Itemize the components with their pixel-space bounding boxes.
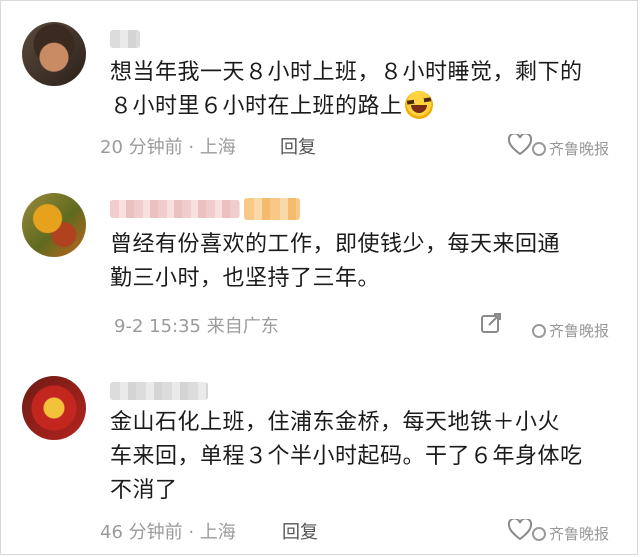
comment-text-line: 不消了 (110, 478, 178, 503)
comment-time-location: 20 分钟前 · 上海 (100, 137, 236, 158)
wechat-logo-icon (532, 142, 546, 156)
watermark: 齐鲁晚报 (532, 523, 609, 544)
comment-time-location: 9-2 15:35 来自广东 (114, 316, 279, 337)
avatar[interactable] (22, 22, 86, 86)
wechat-logo-icon (532, 527, 546, 541)
comment-text-line: 想当年我一天８小时上班，８小时睡觉，剩下的 (110, 60, 583, 85)
avatar[interactable] (22, 376, 86, 440)
comment-text-line: 金山石化上班，住浦东金桥，每天地铁＋小火 (110, 410, 561, 435)
user-badge-blurred (244, 198, 300, 220)
username-blurred[interactable] (110, 30, 140, 48)
username-blurred[interactable] (110, 382, 208, 400)
wechat-logo-icon (532, 324, 546, 338)
username-blurred[interactable] (110, 200, 240, 218)
share-icon[interactable] (480, 312, 502, 334)
comment-text: 想当年我一天８小时上班，８小时睡觉，剩下的 ８小时里６小时在上班的路上 (110, 56, 630, 124)
watermark-text: 齐鲁晚报 (549, 140, 610, 158)
watermark: 齐鲁晚报 (532, 320, 609, 341)
heart-icon[interactable] (508, 519, 532, 541)
reply-button[interactable]: 回复 (282, 518, 318, 544)
reply-button[interactable]: 回复 (280, 133, 316, 159)
comment-text: 曾经有份喜欢的工作，即使钱少，每天来回通 勤三小时，也坚持了三年。 (110, 228, 630, 296)
comment-text: 金山石化上班，住浦东金桥，每天地铁＋小火 车来回，单程３个半小时起码。干了６年身… (110, 406, 630, 508)
comment-text-line: 车来回，单程３个半小时起码。干了６年身体吃 (110, 444, 583, 469)
watermark-text: 齐鲁晚报 (549, 525, 610, 543)
comment-text-line: 勤三小时，也坚持了三年。 (110, 266, 381, 291)
watermark-text: 齐鲁晚报 (549, 322, 610, 340)
laughing-crying-emoji-icon (404, 91, 433, 119)
avatar[interactable] (22, 193, 86, 257)
comment-text-line: 曾经有份喜欢的工作，即使钱少，每天来回通 (110, 232, 561, 257)
watermark: 齐鲁晚报 (532, 138, 609, 159)
comment-time-location: 46 分钟前 · 上海 (100, 522, 236, 543)
comment-text-line: ８小时里６小时在上班的路上 (110, 94, 403, 119)
heart-icon[interactable] (508, 134, 532, 156)
